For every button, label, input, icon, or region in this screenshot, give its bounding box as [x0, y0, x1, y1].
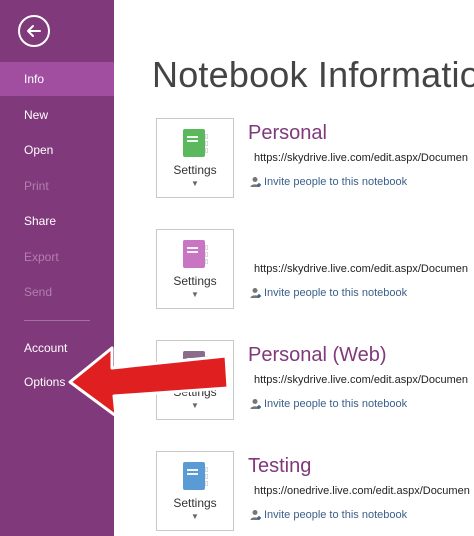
- chevron-down-icon: ▼: [191, 512, 199, 521]
- notebook-icon: [183, 240, 208, 268]
- notebook-name: Personal: [248, 122, 327, 144]
- sidebar-item-label: Open: [24, 143, 54, 157]
- notebook-url: https://skydrive.live.com/edit.aspx/Docu…: [254, 152, 468, 164]
- notebook-name: Testing: [248, 455, 312, 477]
- sidebar-item-label: Account: [24, 341, 68, 355]
- notebook-settings-button[interactable]: Settings ▼: [156, 118, 234, 198]
- sidebar-divider: [24, 320, 90, 321]
- invite-link[interactable]: Invite people to this notebook: [250, 509, 407, 521]
- notebook-url: https://skydrive.live.com/edit.aspx/Docu…: [254, 374, 468, 386]
- invite-link[interactable]: Invite people to this notebook: [250, 287, 407, 299]
- sidebar-item-label: Export: [24, 250, 59, 264]
- chevron-down-icon: ▼: [191, 290, 199, 299]
- person-add-icon: [250, 177, 261, 187]
- sidebar-item-label: New: [24, 108, 49, 122]
- person-add-icon: [250, 288, 261, 298]
- sidebar-item-label: Share: [24, 214, 57, 228]
- settings-label: Settings: [173, 274, 217, 288]
- page-title: Notebook Informatio: [152, 54, 474, 95]
- notebook-icon: [183, 129, 208, 157]
- notebook-url: https://skydrive.live.com/edit.aspx/Docu…: [254, 263, 468, 275]
- sidebar-item-label: Info: [24, 72, 45, 86]
- back-button[interactable]: [18, 15, 50, 47]
- sidebar-item-info[interactable]: Info: [0, 62, 114, 96]
- red-arrow-annotation: [68, 346, 230, 416]
- person-add-icon: [250, 399, 261, 409]
- invite-link[interactable]: Invite people to this notebook: [250, 398, 407, 410]
- notebook-url: https://onedrive.live.com/edit.aspx/Docu…: [254, 485, 470, 497]
- invite-link-label: Invite people to this notebook: [264, 176, 408, 188]
- settings-label: Settings: [173, 496, 217, 510]
- sidebar-item-open[interactable]: Open: [0, 133, 114, 167]
- invite-link[interactable]: Invite people to this notebook: [250, 176, 407, 188]
- invite-link-label: Invite people to this notebook: [264, 398, 408, 410]
- sidebar-item-share[interactable]: Share: [0, 204, 114, 238]
- notebook-icon: [183, 462, 208, 490]
- person-add-icon: [250, 510, 261, 520]
- invite-link-label: Invite people to this notebook: [264, 287, 408, 299]
- sidebar-item-label: Options: [24, 375, 66, 389]
- notebook-settings-button[interactable]: Settings ▼: [156, 451, 234, 531]
- notebook-name: Personal (Web): [248, 344, 387, 366]
- invite-link-label: Invite people to this notebook: [264, 509, 408, 521]
- sidebar-item-new[interactable]: New: [0, 98, 114, 132]
- sidebar-item-export[interactable]: Export: [0, 240, 114, 274]
- sidebar: Info New Open Print Share Export Send Ac…: [0, 0, 114, 536]
- back-arrow-icon: [27, 25, 41, 37]
- chevron-down-icon: ▼: [191, 179, 199, 188]
- sidebar-item-label: Print: [24, 179, 49, 193]
- notebook-settings-button[interactable]: Settings ▼: [156, 229, 234, 309]
- sidebar-item-label: Send: [24, 285, 53, 299]
- sidebar-item-print[interactable]: Print: [0, 169, 114, 203]
- sidebar-item-send[interactable]: Send: [0, 275, 114, 309]
- settings-label: Settings: [173, 163, 217, 177]
